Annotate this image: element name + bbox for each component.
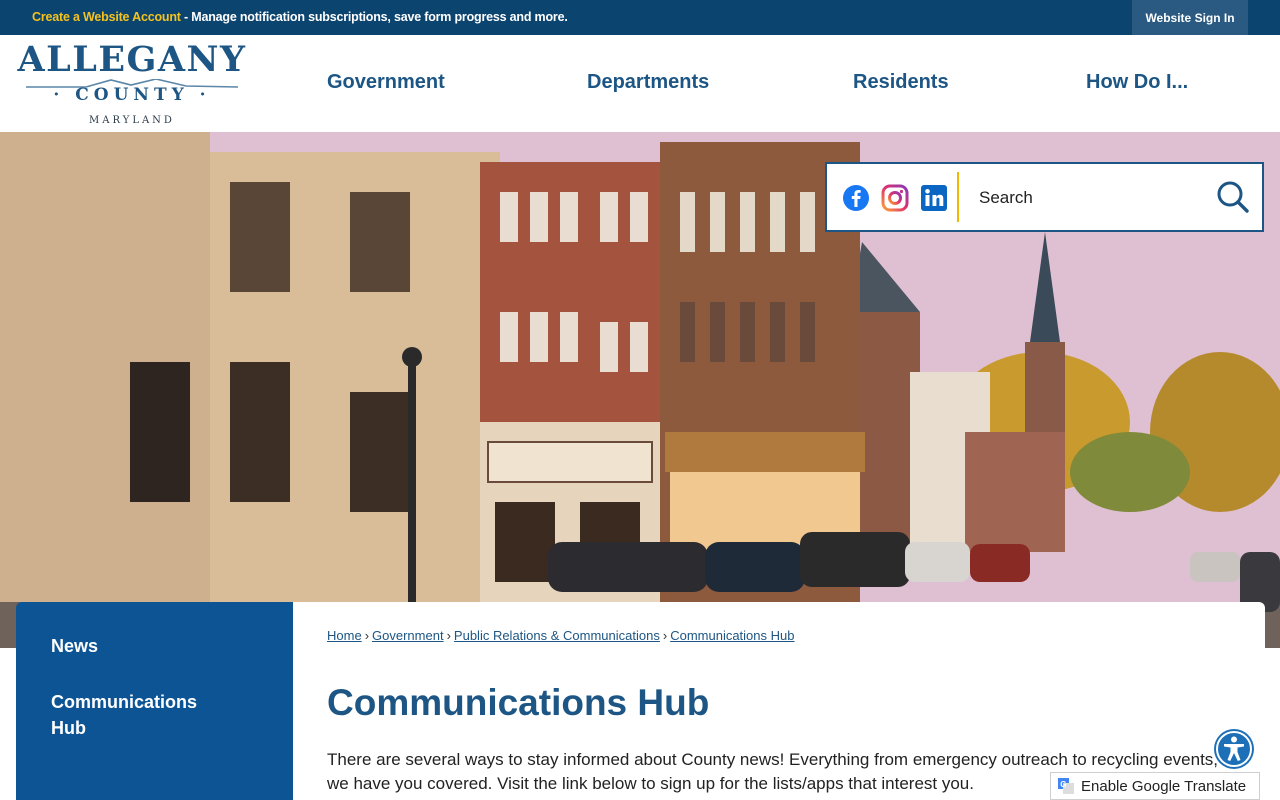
facebook-icon[interactable] — [842, 184, 870, 212]
google-translate-icon: G — [1058, 778, 1074, 794]
sidebar-item-communications-hub[interactable]: Communications Hub — [51, 689, 231, 741]
breadcrumb-public-relations[interactable]: Public Relations & Communications — [454, 628, 660, 643]
breadcrumb: Home › Government › Public Relations & Commu… — [327, 628, 794, 643]
breadcrumb-separator: › — [364, 628, 370, 643]
logo-allegany: ALLEGANY — [17, 39, 247, 80]
breadcrumb-government[interactable]: Government — [372, 628, 444, 643]
nav-residents[interactable]: Residents — [853, 71, 949, 94]
breadcrumb-separator: › — [662, 628, 668, 643]
search-divider — [957, 172, 959, 222]
svg-text:G: G — [1060, 780, 1066, 789]
sidebar-item-news[interactable]: News — [51, 633, 98, 659]
search-panel — [825, 162, 1264, 232]
notification-text: - Manage notification subscriptions, sav… — [180, 10, 568, 24]
nav-government[interactable]: Government — [327, 71, 445, 94]
logo-maryland: MARYLAND — [89, 115, 175, 126]
logo-county: · COUNTY · — [53, 85, 211, 105]
notification-bar: Create a Website Account - Manage notifi… — [0, 0, 1280, 35]
section-sidebar: News Communications Hub — [16, 602, 293, 800]
website-sign-in-button[interactable]: Website Sign In — [1132, 0, 1248, 35]
linkedin-icon[interactable] — [920, 184, 948, 212]
accessibility-icon[interactable] — [1213, 728, 1255, 770]
nav-departments[interactable]: Departments — [587, 71, 709, 94]
search-input[interactable] — [977, 182, 1217, 214]
create-account-link[interactable]: Create a Website Account — [32, 10, 181, 24]
google-translate-button[interactable]: G Enable Google Translate — [1050, 772, 1260, 800]
breadcrumb-separator: › — [446, 628, 451, 643]
search-icon[interactable] — [1216, 180, 1250, 214]
main-content: Home › Government › Public Relations & Commu… — [293, 602, 1265, 800]
page-title: Communications Hub — [327, 682, 710, 723]
county-logo[interactable]: ALLEGANY · COUNTY · MARYLAND — [14, 39, 250, 129]
instagram-icon[interactable] — [881, 184, 909, 212]
breadcrumb-communications-hub[interactable]: Communications Hub — [670, 628, 794, 643]
nav-how-do-i[interactable]: How Do I... — [1086, 71, 1188, 94]
site-header: ALLEGANY · COUNTY · MARYLAND Government … — [0, 35, 1280, 132]
google-translate-label: Enable Google Translate — [1081, 777, 1247, 795]
breadcrumb-home[interactable]: Home — [327, 628, 362, 643]
notification-message: Create a Website Account - Manage notifi… — [32, 10, 568, 24]
